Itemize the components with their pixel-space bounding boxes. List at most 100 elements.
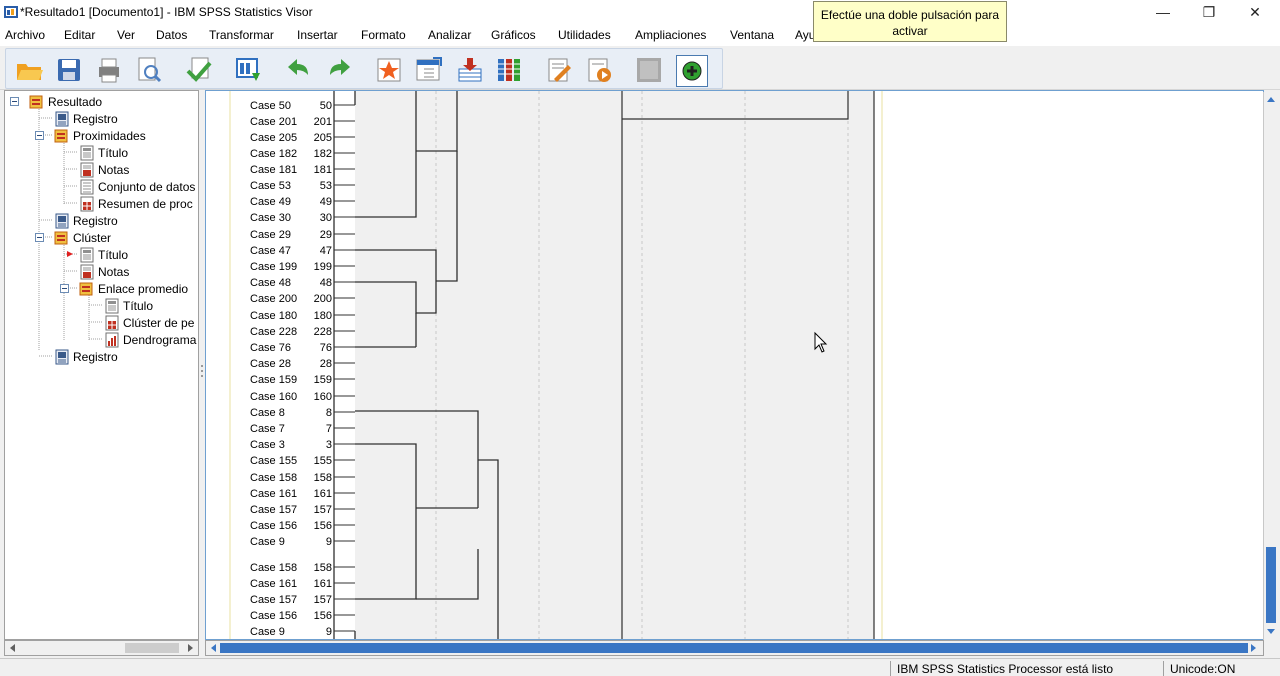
tree-item-proximidades[interactable]: Proximidades [54, 127, 146, 144]
go-to-case-button[interactable] [414, 55, 446, 87]
case-label: Case 161 [250, 578, 297, 590]
variables-button[interactable] [494, 55, 526, 87]
tree-item-label: Notas [98, 264, 130, 279]
case-label: Case 156 [250, 610, 297, 622]
case-id: 205 [314, 132, 332, 144]
undo-button[interactable] [284, 55, 316, 87]
tree-item-dendrograma[interactable]: Dendrograma [104, 331, 196, 348]
restore-button[interactable]: ❐ [1186, 0, 1232, 24]
tree-item-resultado[interactable]: Resultado [29, 93, 102, 110]
tree-item-notas[interactable]: Notas [79, 263, 129, 280]
menu-ampliaciones[interactable]: Ampliaciones [635, 28, 706, 42]
menu-ver[interactable]: Ver [117, 28, 135, 42]
log-icon [55, 349, 69, 364]
dendrogram-chart[interactable]: Case 50 50 Case 201 201 Case 205 205 Case 182 1… [206, 91, 1263, 639]
case-label: Case 158 [250, 472, 297, 484]
content-vertical-scrollbar[interactable] [1263, 92, 1278, 640]
go-to-data-button[interactable] [374, 55, 406, 87]
tree-collapse-toggle[interactable] [60, 284, 69, 293]
menu-editar[interactable]: Editar [64, 28, 95, 42]
save-button[interactable] [54, 55, 86, 87]
case-label: Case 157 [250, 504, 297, 516]
case-id: 47 [320, 245, 332, 257]
tree-item-cluster-de-pe[interactable]: Clúster de pe [104, 314, 194, 331]
go-to-variable-icon [458, 58, 482, 82]
tree-item-titulo[interactable]: Título [79, 144, 128, 161]
case-id: 49 [320, 196, 332, 208]
navigation-pane[interactable]: Resultado Registro Proximidades Título Notas… [4, 90, 199, 640]
tree-collapse-toggle[interactable] [10, 97, 19, 106]
tree-item-label: Enlace promedio [98, 281, 189, 296]
export-button[interactable] [184, 55, 216, 87]
tree-collapse-toggle[interactable] [35, 233, 44, 242]
navigation-horizontal-scrollbar[interactable] [4, 640, 199, 656]
menu-datos[interactable]: Datos [156, 28, 187, 42]
case-id: 180 [314, 310, 332, 322]
tree-item-notas[interactable]: Notas [79, 161, 129, 178]
notes-icon [80, 264, 94, 279]
redo-button[interactable] [324, 55, 356, 87]
tree-item-conjunto-de-datos[interactable]: Conjunto de datos [79, 178, 195, 195]
tree-item-label: Conjunto de datos [98, 179, 196, 194]
minimize-button[interactable]: — [1140, 0, 1186, 24]
insert-heading-button[interactable] [544, 55, 576, 87]
case-label: Case 228 [250, 326, 297, 338]
print-icon [99, 58, 119, 83]
close-button[interactable]: ✕ [1232, 0, 1278, 24]
log-icon [55, 213, 69, 228]
tree-item-titulo[interactable]: Título [104, 297, 153, 314]
menu-ventana[interactable]: Ventana [730, 28, 774, 42]
toolbar-group [5, 48, 723, 89]
case-label: Case 8 [250, 407, 285, 419]
case-label: Case 157 [250, 594, 297, 606]
tree-item-cluster[interactable]: Clúster [54, 229, 111, 246]
current-item-arrow-icon [67, 251, 73, 257]
scroll-left-icon [10, 644, 15, 652]
folder-icon [54, 231, 68, 244]
tree-item-label: Resumen de proc [98, 196, 193, 211]
tree-item-registro[interactable]: Registro [54, 110, 118, 127]
case-label: Case 7 [250, 423, 285, 435]
tree-item-registro[interactable]: Registro [54, 212, 118, 229]
table-icon [105, 315, 119, 330]
go-to-variable-button[interactable] [454, 55, 486, 87]
content-horizontal-scrollbar[interactable] [205, 640, 1264, 656]
menu-transformar[interactable]: Transformar [209, 28, 274, 42]
menu-archivo[interactable]: Archivo [5, 28, 45, 42]
menu-formato[interactable]: Formato [361, 28, 406, 42]
print-preview-button[interactable] [134, 55, 166, 87]
show-all-icon [637, 58, 661, 82]
case-id: 7 [326, 423, 332, 435]
case-label: Case 201 [250, 116, 297, 128]
title-icon [80, 247, 94, 262]
toolbar [0, 46, 1280, 90]
encoding-status: Unicode:ON [1163, 661, 1253, 676]
scroll-down-icon [1267, 629, 1275, 634]
case-id: 28 [320, 358, 332, 370]
tree-collapse-toggle[interactable] [35, 131, 44, 140]
output-content-pane[interactable]: Case 50 50 Case 201 201 Case 205 205 Case 182 1… [205, 90, 1264, 640]
designate-window-button[interactable] [676, 55, 708, 87]
tree-item-enlace-promedio[interactable]: Enlace promedio [79, 280, 188, 297]
case-label: Case 50 [250, 100, 291, 112]
case-id: 50 [320, 100, 332, 112]
case-id: 48 [320, 277, 332, 289]
tree-item-resumen-de-proc[interactable]: Resumen de proc [79, 195, 193, 212]
case-id: 157 [314, 504, 332, 516]
menu-graficos[interactable]: Gráficos [491, 28, 536, 42]
case-label: Case 161 [250, 488, 297, 500]
menu-utilidades[interactable]: Utilidades [558, 28, 611, 42]
show-all-button[interactable] [634, 55, 666, 87]
print-button[interactable] [94, 55, 126, 87]
tree-item-registro[interactable]: Registro [54, 348, 118, 365]
menu-analizar[interactable]: Analizar [428, 28, 471, 42]
insert-title-button[interactable] [584, 55, 616, 87]
case-id: 161 [314, 488, 332, 500]
menu-insertar[interactable]: Insertar [297, 28, 338, 42]
case-label: Case 9 [250, 626, 285, 638]
redo-icon [330, 59, 350, 75]
tree-item-titulo[interactable]: Título [79, 246, 128, 263]
case-id: 29 [320, 229, 332, 241]
open-button[interactable] [14, 55, 46, 87]
recall-dialog-button[interactable] [234, 55, 266, 87]
